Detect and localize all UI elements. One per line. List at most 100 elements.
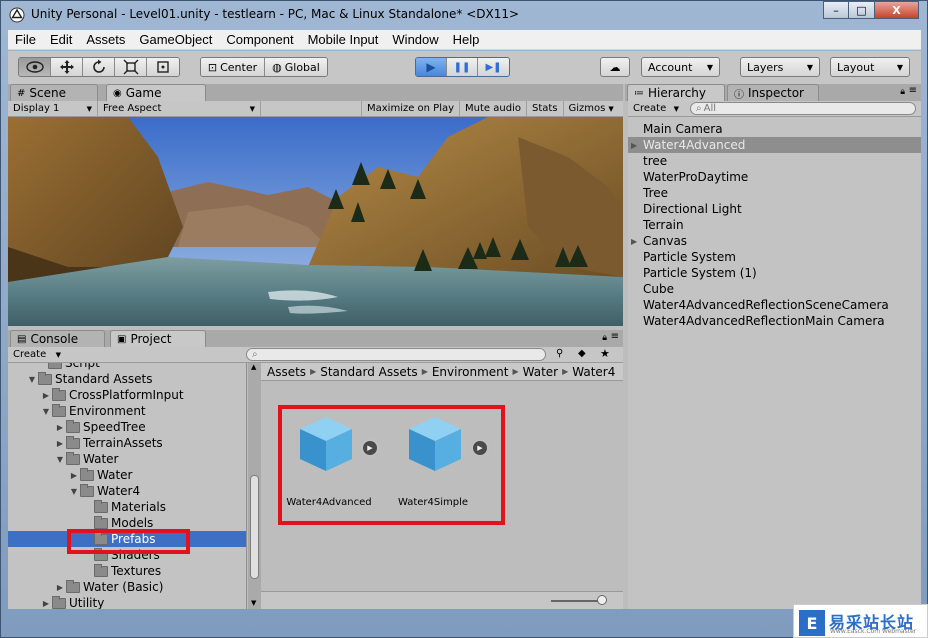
hierarchy-item[interactable]: WaterProDaytime — [628, 169, 921, 185]
pivot-center-toggle[interactable]: ⊡ Center — [201, 58, 265, 76]
panel-menu-icon[interactable]: ≡ — [611, 331, 619, 342]
menu-mobile-input[interactable]: Mobile Input — [301, 32, 386, 47]
breadcrumb-item[interactable]: Water4 — [572, 365, 615, 379]
hierarchy-item[interactable]: ▶ Water4Advanced — [628, 137, 921, 153]
scroll-down-icon[interactable]: ▼ — [251, 599, 256, 607]
breadcrumb-item[interactable]: Assets — [267, 365, 306, 379]
expand-arrow-icon[interactable]: ▶ — [54, 439, 66, 448]
pause-button[interactable]: ❚❚ — [447, 58, 478, 76]
layout-dropdown[interactable]: Layout ▼ — [830, 57, 910, 77]
view-tool-eye-icon[interactable] — [19, 58, 51, 76]
tree-item[interactable]: ▶ Water — [8, 467, 246, 483]
menu-gameobject[interactable]: GameObject — [132, 32, 219, 47]
expand-arrow-icon[interactable]: ▶ — [40, 599, 52, 608]
tree-item[interactable]: ▼ Water — [8, 451, 246, 467]
expand-arrow-icon[interactable]: ▶ — [54, 423, 66, 432]
minimize-button[interactable]: – — [823, 1, 849, 19]
expand-arrow-icon[interactable]: ▶ — [631, 141, 637, 150]
tree-item[interactable]: Script — [8, 363, 246, 371]
expand-arrow-icon[interactable]: ▼ — [54, 455, 66, 464]
expand-prefab-icon[interactable]: ▶ — [471, 439, 489, 457]
tree-item[interactable]: Textures — [8, 563, 246, 579]
hierarchy-create-dropdown[interactable]: Create ▼ — [628, 101, 684, 117]
asset-water4advanced[interactable]: ▶ Water4Advanced — [281, 413, 379, 513]
tab-project[interactable]: ▣ Project — [110, 330, 206, 347]
asset-water4simple[interactable]: ▶ Water4Simple — [385, 413, 489, 513]
cloud-button[interactable]: ☁ — [600, 57, 630, 77]
expand-arrow-icon[interactable]: ▶ — [631, 237, 637, 246]
favorites-star-icon[interactable]: ★ — [600, 347, 610, 360]
stats-toggle[interactable]: Stats — [527, 100, 564, 117]
rect-tool-icon[interactable] — [147, 58, 179, 76]
gizmos-dropdown[interactable]: Gizmos ▼ — [564, 101, 619, 117]
tree-item[interactable]: ▼ Standard Assets — [8, 371, 246, 387]
hierarchy-item[interactable]: tree — [628, 153, 921, 169]
tab-scene[interactable]: # Scene — [10, 84, 98, 101]
hierarchy-item[interactable]: Particle System — [628, 249, 921, 265]
menu-window[interactable]: Window — [385, 32, 445, 47]
menu-help[interactable]: Help — [446, 32, 487, 47]
icon-size-slider-track[interactable] — [551, 600, 601, 602]
scale-tool-icon[interactable] — [115, 58, 147, 76]
move-tool-icon[interactable] — [51, 58, 83, 76]
expand-prefab-icon[interactable]: ▶ — [361, 439, 379, 457]
expand-arrow-icon[interactable]: ▼ — [40, 407, 52, 416]
hierarchy-item[interactable]: Terrain — [628, 217, 921, 233]
mute-audio-toggle[interactable]: Mute audio — [460, 100, 527, 117]
expand-arrow-icon[interactable]: ▼ — [68, 487, 80, 496]
hierarchy-item[interactable]: Tree — [628, 185, 921, 201]
scroll-up-icon[interactable]: ▲ — [251, 363, 256, 371]
tree-item[interactable]: Materials — [8, 499, 246, 515]
expand-arrow-icon[interactable]: ▼ — [26, 375, 38, 384]
project-search-input[interactable]: ⌕ — [246, 348, 546, 361]
aspect-dropdown[interactable]: Free Aspect ▼ — [98, 100, 261, 117]
account-dropdown[interactable]: Account ▼ — [641, 57, 720, 77]
tree-vertical-scrollbar[interactable]: ▲ ▼ — [248, 363, 261, 609]
tab-inspector[interactable]: ⓘ Inspector — [727, 84, 819, 101]
menu-file[interactable]: File — [8, 32, 43, 47]
game-view-render[interactable] — [8, 117, 623, 326]
breadcrumb-item[interactable]: Standard Assets — [320, 365, 417, 379]
pivot-global-toggle[interactable]: ◍ Global — [265, 58, 327, 76]
lock-icon[interactable]: 🔒︎ — [900, 87, 905, 97]
tab-game[interactable]: ◉ Game — [106, 84, 206, 101]
breadcrumb-item[interactable]: Water — [523, 365, 558, 379]
maximize-button[interactable]: □ — [849, 1, 875, 19]
expand-arrow-icon[interactable]: ▶ — [40, 391, 52, 400]
hierarchy-item[interactable]: ▶ Canvas — [628, 233, 921, 249]
menu-assets[interactable]: Assets — [79, 32, 132, 47]
breadcrumb-item[interactable]: Environment — [432, 365, 509, 379]
filter-by-label-icon[interactable]: ◆ — [578, 348, 586, 359]
panel-menu-icon[interactable]: ≡ — [909, 85, 917, 96]
hierarchy-item[interactable]: Water4AdvancedReflectionSceneCamera — [628, 297, 921, 313]
project-create-dropdown[interactable]: Create ▼ — [8, 347, 66, 363]
expand-arrow-icon[interactable]: ▶ — [54, 583, 66, 592]
play-button[interactable]: ▶ — [416, 58, 447, 76]
step-button[interactable]: ▶❚ — [478, 58, 509, 76]
close-button[interactable]: X — [875, 1, 919, 19]
rotate-tool-icon[interactable] — [83, 58, 115, 76]
lock-icon[interactable]: 🔒︎ — [602, 333, 607, 343]
tree-item[interactable]: ▶ CrossPlatformInput — [8, 387, 246, 403]
hierarchy-item[interactable]: Main Camera — [628, 121, 921, 137]
icon-size-slider-thumb[interactable] — [597, 595, 607, 605]
hierarchy-item[interactable]: Water4AdvancedReflectionMain Camera — [628, 313, 921, 329]
hierarchy-item[interactable]: Cube — [628, 281, 921, 297]
tree-item[interactable]: ▼ Environment — [8, 403, 246, 419]
tree-item[interactable]: ▶ TerrainAssets — [8, 435, 246, 451]
display-dropdown[interactable]: Display 1 ▼ — [8, 100, 98, 117]
menu-edit[interactable]: Edit — [43, 32, 79, 47]
tree-item[interactable]: ▼ Water4 — [8, 483, 246, 499]
layers-dropdown[interactable]: Layers ▼ — [740, 57, 820, 77]
expand-arrow-icon[interactable]: ▶ — [68, 471, 80, 480]
tree-item[interactable]: ▶ Utility — [8, 595, 246, 609]
tab-console[interactable]: ▤ Console — [10, 330, 105, 347]
hierarchy-search-input[interactable]: ⌕ All — [690, 102, 916, 115]
tree-scrollbar-thumb[interactable] — [250, 475, 259, 579]
maximize-on-play-toggle[interactable]: Maximize on Play — [361, 100, 461, 117]
tab-hierarchy[interactable]: ≔ Hierarchy — [627, 84, 725, 101]
hierarchy-item[interactable]: Particle System (1) — [628, 265, 921, 281]
filter-by-type-icon[interactable]: ⚲ — [556, 348, 563, 359]
menu-component[interactable]: Component — [219, 32, 300, 47]
tree-item[interactable]: ▶ Water (Basic) — [8, 579, 246, 595]
